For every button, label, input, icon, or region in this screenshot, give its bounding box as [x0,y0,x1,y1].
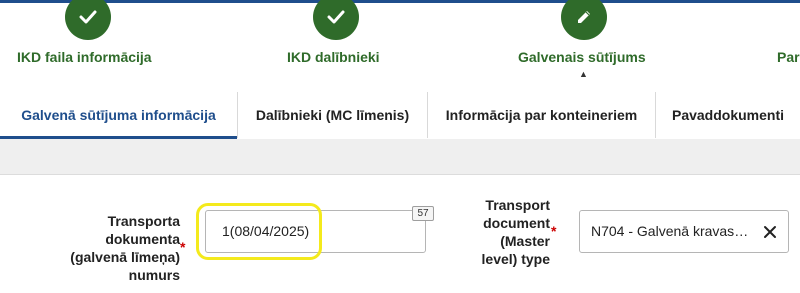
label-line: (galvenā līmeņa) [70,249,180,265]
label-line: (Master [500,233,550,249]
step-3-label[interactable]: Galvenais sūtījums [518,49,646,65]
step-3-pencil-icon[interactable] [561,0,607,40]
close-icon[interactable] [761,223,779,241]
transport-doc-type-select[interactable]: N704 - Galvenā kravas pavadzīme [579,210,789,253]
step-2-check-icon[interactable] [313,0,359,40]
required-marker: * [180,239,186,255]
tab-main-shipment-info[interactable]: Galvenā sūtījuma informācija [0,92,237,139]
transport-doc-number-label: Transporta dokumenta (galvenā līmeņa) nu… [30,212,180,284]
transport-doc-type-value: N704 - Galvenā kravas pavadzīme [591,223,751,239]
current-step-caret-icon: ▲ [579,69,588,79]
tab-accompanying-documents[interactable]: Pavaddokumenti [655,92,800,138]
required-marker: * [551,223,557,239]
section-tabs: Galvenā sūtījuma informācija Dalībnieki … [0,92,800,139]
section-header-band [0,139,800,175]
tab-participants[interactable]: Dalībnieki (MC līmenis) [237,92,427,138]
step-1-check-icon[interactable] [65,0,111,40]
transport-doc-type-label: Transport document (Master level) type [440,196,550,268]
label-line: numurs [128,267,180,283]
label-line: Transport [485,197,550,213]
step-2-label[interactable]: IKD dalībnieki [287,49,380,65]
label-line: dokumenta [105,231,180,247]
step-4-label[interactable]: Par [777,49,800,65]
step-1-label[interactable]: IKD faila informācija [17,49,152,65]
label-line: Transporta [107,213,180,229]
label-line: level) type [481,251,550,267]
label-line: document [483,215,550,231]
char-counter-badge: 57 [412,206,434,221]
highlight-annotation [196,203,322,260]
wizard-stepper: IKD faila informācija IKD dalībnieki Gal… [0,0,800,90]
tab-containers[interactable]: Informācija par konteineriem [427,92,655,138]
